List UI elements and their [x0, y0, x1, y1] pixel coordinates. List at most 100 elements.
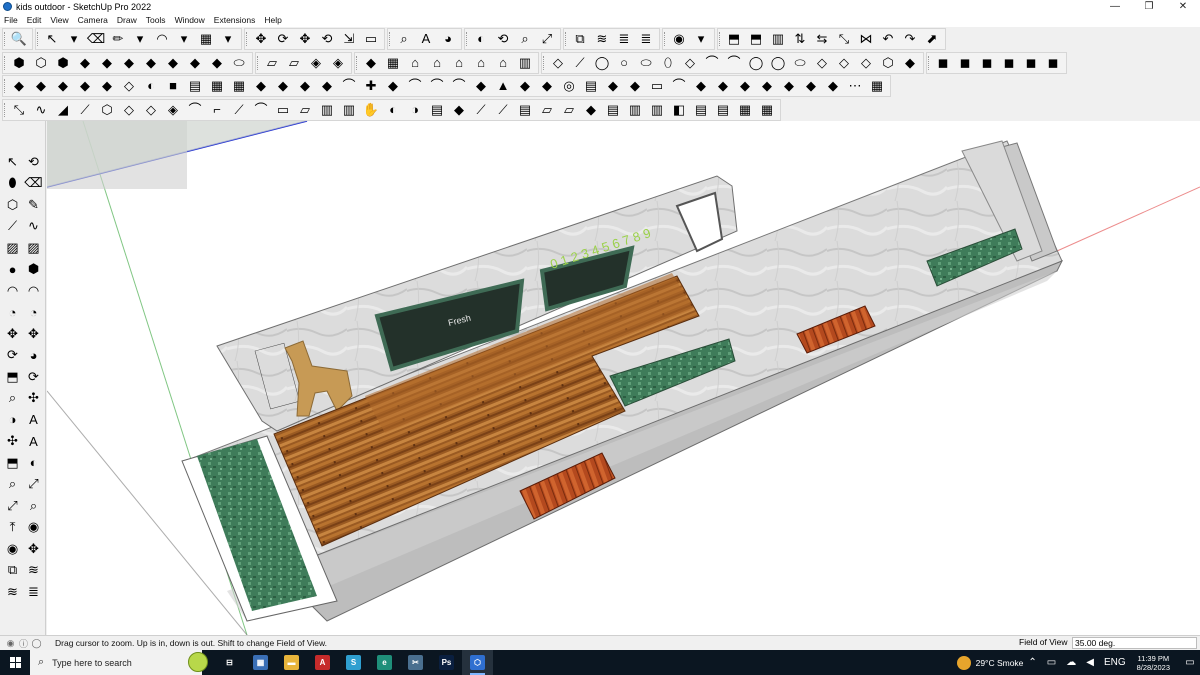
toolbar-tool-icon[interactable]: ✚	[362, 77, 380, 95]
toolbar-tool-icon[interactable]: ◇	[681, 54, 699, 72]
left-tool-icon[interactable]: ✣	[2, 431, 23, 453]
menu-camera[interactable]: Camera	[78, 15, 108, 25]
toolbar-tool-icon[interactable]: ⌂	[494, 54, 512, 72]
toolbar-tool-icon[interactable]: ⌒	[186, 101, 204, 119]
left-tool-icon[interactable]: ⌕	[2, 474, 23, 496]
geo-location-icon[interactable]: ◉	[4, 638, 17, 649]
volume-icon[interactable]: ◀	[1086, 657, 1094, 668]
taskbar-search-box[interactable]: ⌕ Type here to search	[30, 650, 208, 675]
toolbar-tool-icon[interactable]: ◇	[835, 54, 853, 72]
toolbar-tool-icon[interactable]: ◑	[406, 101, 424, 119]
toolbar-tool-icon[interactable]: ▥	[626, 101, 644, 119]
toolbar-tool-icon[interactable]: ◯	[769, 54, 787, 72]
onedrive-icon[interactable]: ☁	[1066, 657, 1076, 668]
close-button[interactable]: ✕	[1166, 0, 1200, 13]
toolbar-tool-icon[interactable]: ◆	[296, 77, 314, 95]
toolbar-tool-icon[interactable]: 🔍	[10, 30, 28, 48]
clock[interactable]: 11:39 PM 8/28/2023	[1137, 654, 1170, 672]
toolbar-tool-icon[interactable]: ⌂	[406, 54, 424, 72]
taskbar-app-photoshop[interactable]: Ps	[431, 650, 462, 675]
toolbar-tool-icon[interactable]: ◢	[54, 101, 72, 119]
toolbar-tool-icon[interactable]: ◆	[252, 77, 270, 95]
toolbar-tool-icon[interactable]: ▥	[516, 54, 534, 72]
toolbar-tool-icon[interactable]: ≣	[615, 30, 633, 48]
toolbar-tool-icon[interactable]: ✋	[362, 101, 380, 119]
left-tool-icon[interactable]: ✎	[23, 194, 44, 216]
toolbar-tool-icon[interactable]: ▾	[65, 30, 83, 48]
toolbar-tool-icon[interactable]: ◇	[120, 101, 138, 119]
toolbar-tool-icon[interactable]: ⤡	[835, 30, 853, 48]
toolbar-tool-icon[interactable]: ◆	[54, 77, 72, 95]
menu-window[interactable]: Window	[175, 15, 205, 25]
language-indicator[interactable]: ENG	[1104, 657, 1126, 668]
toolbar-tool-icon[interactable]: ▭	[362, 30, 380, 48]
toolbar-tool-icon[interactable]: ◇	[549, 54, 567, 72]
toolbar-tool-icon[interactable]: ▤	[714, 101, 732, 119]
toolbar-tool-icon[interactable]: ▭	[274, 101, 292, 119]
toolbar-tool-icon[interactable]: ⟋	[76, 101, 94, 119]
toolbar-tool-icon[interactable]: ⤢	[538, 30, 556, 48]
toolbar-tool-icon[interactable]: ◆	[604, 77, 622, 95]
start-button[interactable]	[0, 650, 30, 675]
toolbar-tool-icon[interactable]: ◼	[1000, 54, 1018, 72]
toolbar-tool-icon[interactable]: ◆	[824, 77, 842, 95]
toolbar-tool-icon[interactable]: ◈	[307, 54, 325, 72]
taskbar-app-acrobat[interactable]: A	[307, 650, 338, 675]
toolbar-tool-icon[interactable]: ⟋	[472, 101, 490, 119]
taskbar-app-sketchup-store[interactable]: S	[338, 650, 369, 675]
toolbar-tool-icon[interactable]: ⬢	[54, 54, 72, 72]
taskbar-app-snipping-tool[interactable]: ✂	[400, 650, 431, 675]
toolbar-tool-icon[interactable]: ◆	[582, 101, 600, 119]
toolbar-tool-icon[interactable]: ⌒	[450, 77, 468, 95]
toolbar-tool-icon[interactable]: ⌐	[208, 101, 226, 119]
toolbar-tool-icon[interactable]: ⌕	[395, 30, 413, 48]
weather-icon[interactable]	[956, 655, 971, 670]
user-icon[interactable]: ◯	[30, 638, 43, 649]
left-tool-icon[interactable]: ✥	[23, 538, 44, 560]
left-tool-icon[interactable]: ⧉	[2, 560, 23, 582]
toolbar-tool-icon[interactable]: ▱	[538, 101, 556, 119]
left-tool-icon[interactable]: ≣	[23, 581, 44, 603]
toolbar-tool-icon[interactable]: ◼	[1022, 54, 1040, 72]
toolbar-tool-icon[interactable]: ⟋	[571, 54, 589, 72]
network-icon[interactable]: ▭	[1047, 657, 1056, 668]
left-tool-icon[interactable]: ◐	[23, 452, 44, 474]
toolbar-tool-icon[interactable]: ⌒	[670, 77, 688, 95]
toolbar-tool-icon[interactable]: ◆	[274, 77, 292, 95]
toolbar-tool-icon[interactable]: ◆	[692, 77, 710, 95]
toolbar-tool-icon[interactable]: ⬒	[747, 30, 765, 48]
toolbar-tool-icon[interactable]: ◆	[516, 77, 534, 95]
taskbar-app-edge[interactable]: e	[369, 650, 400, 675]
toolbar-tool-icon[interactable]: ▥	[769, 30, 787, 48]
toolbar-tool-icon[interactable]: ◯	[593, 54, 611, 72]
toolbar-tool-icon[interactable]: ▥	[340, 101, 358, 119]
toolbar-tool-icon[interactable]: ↖	[43, 30, 61, 48]
toolbar-tool-icon[interactable]: ↷	[901, 30, 919, 48]
toolbar-tool-icon[interactable]: ◆	[538, 77, 556, 95]
toolbar-tool-icon[interactable]: ⬈	[923, 30, 941, 48]
toolbar-tool-icon[interactable]: ⌂	[450, 54, 468, 72]
menu-extensions[interactable]: Extensions	[214, 15, 256, 25]
toolbar-tool-icon[interactable]: ◆	[76, 54, 94, 72]
toolbar-tool-icon[interactable]: ↶	[879, 30, 897, 48]
toolbar-tool-icon[interactable]: ⌂	[428, 54, 446, 72]
toolbar-tool-icon[interactable]: ◆	[318, 77, 336, 95]
left-tool-icon[interactable]: ▨	[2, 237, 23, 259]
left-tool-icon[interactable]: ∿	[23, 216, 44, 238]
toolbar-tool-icon[interactable]: ⋯	[846, 77, 864, 95]
toolbar-tool-icon[interactable]: ⌒	[725, 54, 743, 72]
notification-icon[interactable]: ▭	[1180, 657, 1200, 668]
toolbar-tool-icon[interactable]: ✏	[109, 30, 127, 48]
toolbar-tool-icon[interactable]: ⟳	[274, 30, 292, 48]
maximize-button[interactable]: ❐	[1132, 0, 1166, 13]
toolbar-tool-icon[interactable]: ▦	[758, 101, 776, 119]
toolbar-tool-icon[interactable]: ⌒	[252, 101, 270, 119]
toolbar-tool-icon[interactable]: ⤡	[10, 101, 28, 119]
toolbar-tool-icon[interactable]: ⬒	[725, 30, 743, 48]
toolbar-tool-icon[interactable]: ⌫	[87, 30, 105, 48]
toolbar-tool-icon[interactable]: ⌒	[703, 54, 721, 72]
toolbar-tool-icon[interactable]: ◇	[120, 77, 138, 95]
left-tool-icon[interactable]: ⌕	[2, 388, 23, 410]
toolbar-tool-icon[interactable]: ⟋	[230, 101, 248, 119]
toolbar-tool-icon[interactable]: ▾	[175, 30, 193, 48]
